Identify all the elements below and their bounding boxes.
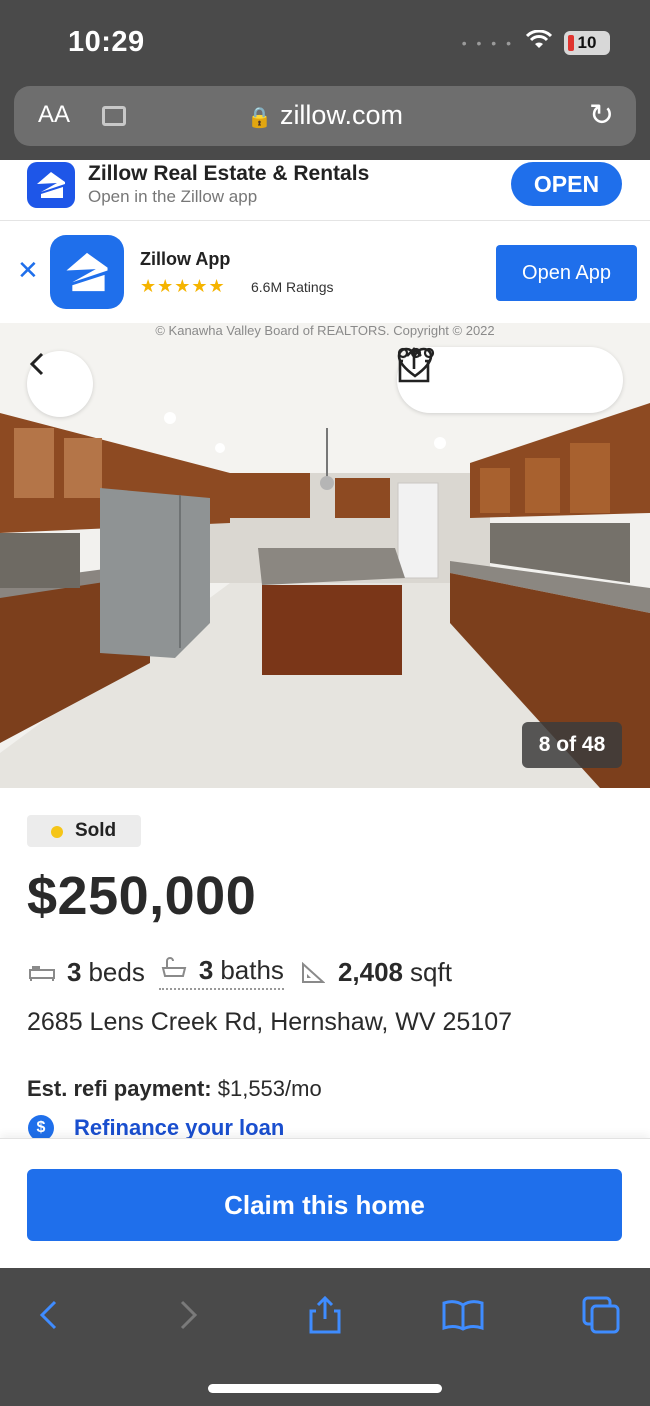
bathtub-icon — [159, 957, 189, 979]
home-indicator[interactable] — [208, 1384, 442, 1393]
app-promo-banner: ✕ Zillow App ★★★★★ 6.6M Ratings Open App — [0, 220, 650, 323]
refi-value: $1,553/mo — [217, 1076, 322, 1101]
tabs-icon[interactable] — [576, 1290, 626, 1340]
lock-icon: 🔒 — [247, 107, 272, 129]
smart-banner-title: Zillow Real Estate & Rentals — [88, 162, 370, 185]
baths-count: 3 — [198, 955, 214, 985]
bed-icon — [27, 964, 57, 982]
address-bar[interactable]: AA 🔒 zillow.com ↻ — [14, 86, 636, 146]
sqft-label: sqft — [410, 957, 452, 987]
share-icon[interactable] — [398, 347, 532, 402]
photo-counter: 8 of 48 — [522, 722, 622, 768]
beds-label: beds — [88, 957, 145, 987]
photo-copyright: © Kanawha Valley Board of REALTORS. Copy… — [155, 323, 495, 338]
baths-link[interactable]: 3 baths — [158, 955, 284, 990]
wifi-icon — [525, 29, 553, 55]
back-arrow-icon[interactable] — [23, 1290, 73, 1340]
home-facts: 3 beds 3 baths 2,408 sqft — [27, 955, 452, 990]
close-icon[interactable]: ✕ — [17, 255, 39, 286]
open-app-button[interactable]: OPEN — [511, 162, 622, 206]
status-label: Sold — [75, 820, 117, 841]
sticky-cta-bar: Claim this home — [0, 1138, 650, 1268]
browser-toolbar — [0, 1268, 650, 1406]
app-banner-title: Zillow App — [140, 249, 231, 269]
smart-banner-subtitle: Open in the Zillow app — [88, 187, 258, 206]
chevron-left-icon — [29, 352, 44, 376]
zillow-logo-icon — [27, 162, 75, 208]
photo-actions — [397, 347, 623, 413]
bookmarks-icon[interactable] — [438, 1290, 488, 1340]
refi-label: Est. refi payment: — [27, 1076, 212, 1101]
url-text: zillow.com — [279, 100, 403, 130]
ratings-count: 6.6M Ratings — [251, 279, 334, 295]
share-sheet-icon[interactable] — [300, 1290, 350, 1340]
battery-level: 10 — [577, 32, 597, 52]
baths-label: baths — [220, 955, 284, 985]
listing-price: $250,000 — [27, 866, 257, 926]
more-options-icon[interactable] — [397, 347, 598, 402]
sqft-value: 2,408 — [337, 957, 404, 987]
back-button[interactable] — [27, 351, 93, 417]
beds-count: 3 — [67, 957, 82, 987]
listing-address: 2685 Lens Creek Rd, Hernshaw, WV 25107 — [27, 1008, 512, 1036]
zillow-app-icon — [50, 235, 124, 309]
battery-icon: 10 — [564, 30, 610, 55]
status-time: 10:29 — [68, 26, 145, 58]
reload-icon[interactable]: ↻ — [589, 98, 614, 133]
status-dot-icon — [51, 826, 63, 838]
status-bar: 10:29 • • • • 10 — [0, 0, 650, 84]
open-app-banner-button[interactable]: Open App — [496, 245, 637, 301]
smart-app-banner: Zillow Real Estate & Rentals Open in the… — [0, 160, 650, 220]
claim-home-button[interactable]: Claim this home — [27, 1169, 622, 1241]
signal-icon: • • • • — [461, 34, 514, 51]
forward-arrow-icon[interactable] — [164, 1290, 214, 1340]
refi-estimate: Est. refi payment: $1,553/mo — [27, 1076, 322, 1102]
listing-photo[interactable]: © Kanawha Valley Board of REALTORS. Copy… — [0, 323, 650, 788]
url-host[interactable]: 🔒 zillow.com — [14, 100, 636, 131]
web-page: Zillow Real Estate & Rentals Open in the… — [0, 160, 650, 1268]
rating-stars-icon: ★★★★★ — [140, 276, 226, 296]
status-badge: Sold — [27, 815, 141, 847]
status-indicators: • • • • 10 — [461, 29, 610, 55]
ruler-icon — [298, 961, 328, 984]
